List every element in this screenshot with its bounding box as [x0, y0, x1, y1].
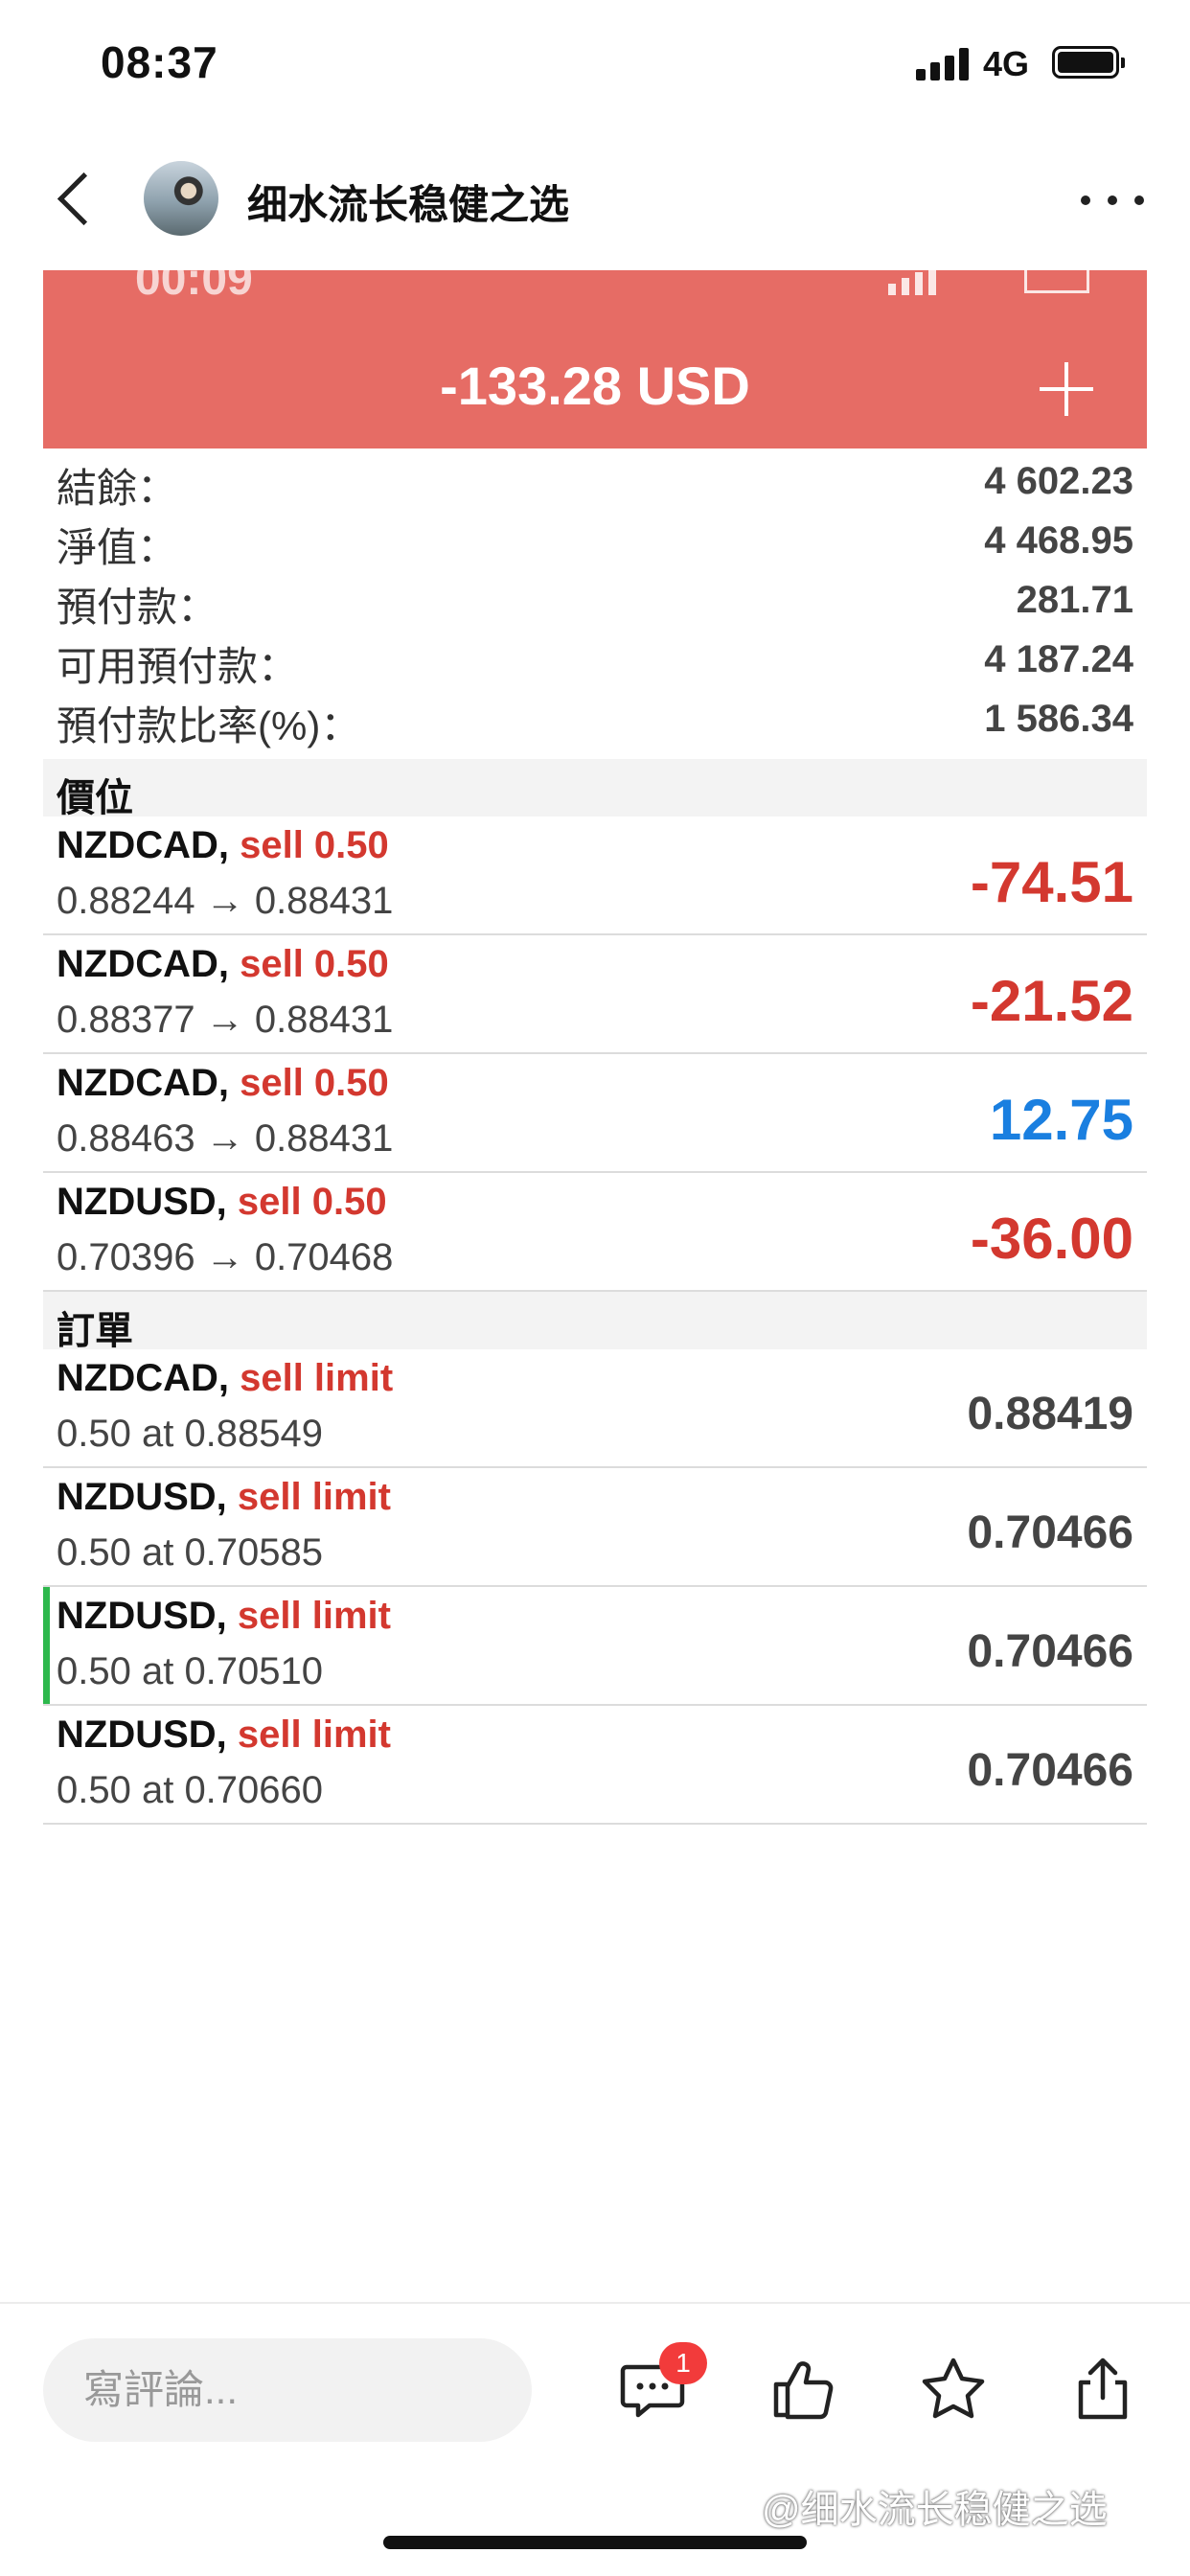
battery-icon [1052, 46, 1125, 79]
position-side: sell 0.50 [226, 1181, 387, 1223]
position-profit: -36.00 [970, 1207, 1133, 1271]
status-time: 08:37 [101, 37, 218, 87]
summary-value: 1 586.34 [984, 698, 1133, 740]
position-symbol: NZDUSD, [57, 1181, 227, 1223]
summary-label: 預付款比率(%)： [57, 703, 361, 748]
profit-header: 00:09 -133.28 USD [43, 270, 1147, 448]
order-symbol: NZDCAD, [57, 1357, 229, 1399]
more-button[interactable] [1081, 192, 1148, 211]
position-prices: 0.88244 → 0.88431 [57, 880, 394, 922]
positions-section-header: 價位 [43, 759, 1147, 819]
summary-label: 可用預付款： [57, 644, 299, 689]
order-price: 0.70466 [967, 1745, 1133, 1796]
position-profit: 12.75 [989, 1088, 1133, 1152]
inner-status-icons [888, 270, 1089, 295]
total-profit: -133.28 USD [440, 356, 750, 416]
summary-value: 281.71 [1016, 579, 1133, 621]
position-row[interactable]: NZDCAD, sell 0.50 0.88244 → 0.88431 -74.… [43, 816, 1147, 935]
order-price: 0.70466 [967, 1626, 1133, 1677]
orders-section-header: 訂單 [43, 1292, 1147, 1352]
order-side: sell limit [226, 1476, 391, 1518]
summary-label: 淨值： [57, 525, 178, 570]
summary-row: 預付款： 281.71 [43, 571, 1147, 631]
plus-icon[interactable] [1040, 362, 1093, 416]
share-icon[interactable] [1069, 2356, 1136, 2423]
position-prices: 0.88463 → 0.88431 [57, 1117, 394, 1160]
order-detail: 0.50 at 0.70510 [57, 1650, 324, 1692]
order-side: sell limit [226, 1595, 391, 1637]
summary-label: 預付款： [57, 585, 218, 630]
summary-row: 預付款比率(%)： 1 586.34 [43, 690, 1147, 749]
position-side: sell 0.50 [228, 943, 389, 985]
section-title: 價位 [57, 777, 133, 819]
position-side: sell 0.50 [228, 824, 389, 866]
back-button[interactable] [48, 165, 111, 232]
position-row[interactable]: NZDCAD, sell 0.50 0.88377 → 0.88431 -21.… [43, 935, 1147, 1054]
position-row[interactable]: NZDCAD, sell 0.50 0.88463 → 0.88431 12.7… [43, 1054, 1147, 1173]
position-side: sell 0.50 [228, 1062, 389, 1104]
order-detail: 0.50 at 0.70660 [57, 1769, 324, 1811]
summary-row: 淨值： 4 468.95 [43, 512, 1147, 571]
chevron-left-icon [57, 172, 111, 226]
order-symbol: NZDUSD, [57, 1476, 227, 1518]
order-side: sell limit [226, 1714, 391, 1756]
home-indicator[interactable] [383, 2536, 807, 2549]
network-type: 4G [983, 44, 1030, 83]
position-profit: -21.52 [970, 969, 1133, 1033]
order-row[interactable]: NZDUSD, sell limit 0.50 at 0.70660 0.704… [43, 1706, 1147, 1825]
watermark: @细水流长稳健之选 [762, 2489, 1108, 2531]
position-prices: 0.70396 → 0.70468 [57, 1236, 394, 1278]
account-summary: 結餘： 4 602.23 淨值： 4 468.95 預付款： 281.71 可用… [43, 452, 1147, 749]
order-row[interactable]: NZDUSD, sell limit 0.50 at 0.70585 0.704… [43, 1468, 1147, 1587]
star-icon[interactable] [920, 2356, 987, 2423]
selected-indicator [43, 1587, 50, 1704]
order-side: sell limit [228, 1357, 394, 1399]
order-row[interactable]: NZDCAD, sell limit 0.50 at 0.88549 0.884… [43, 1349, 1147, 1468]
summary-label: 結餘： [57, 466, 178, 511]
inner-status-time: 00:09 [135, 270, 253, 305]
bottom-divider [0, 2302, 1190, 2304]
position-symbol: NZDCAD, [57, 824, 229, 866]
position-symbol: NZDCAD, [57, 943, 229, 985]
summary-value: 4 602.23 [984, 460, 1133, 502]
position-prices: 0.88377 → 0.88431 [57, 999, 394, 1041]
summary-value: 4 187.24 [984, 638, 1133, 680]
order-symbol: NZDUSD, [57, 1714, 227, 1756]
position-row[interactable]: NZDUSD, sell 0.50 0.70396 → 0.70468 -36.… [43, 1173, 1147, 1292]
position-symbol: NZDCAD, [57, 1062, 229, 1104]
page-title: 细水流长稳健之选 [247, 182, 570, 227]
order-detail: 0.50 at 0.88549 [57, 1413, 324, 1455]
signal-icon [916, 48, 970, 80]
section-title: 訂單 [57, 1310, 133, 1352]
nav-bar: 细水流长稳健之选 [0, 144, 1190, 259]
order-symbol: NZDUSD, [57, 1595, 227, 1637]
like-icon[interactable] [770, 2356, 837, 2423]
order-price: 0.88419 [967, 1389, 1133, 1439]
comment-input[interactable] [43, 2338, 532, 2442]
order-row[interactable]: NZDUSD, sell limit 0.50 at 0.70510 0.704… [43, 1587, 1147, 1706]
status-bar: 08:37 4G [0, 0, 1190, 125]
summary-row: 可用預付款： 4 187.24 [43, 631, 1147, 690]
order-price: 0.70466 [967, 1507, 1133, 1558]
summary-row: 結餘： 4 602.23 [43, 452, 1147, 512]
comment-count-badge: 1 [659, 2342, 707, 2384]
avatar[interactable] [144, 161, 218, 236]
position-profit: -74.51 [970, 850, 1133, 914]
order-detail: 0.50 at 0.70585 [57, 1531, 324, 1574]
summary-value: 4 468.95 [984, 519, 1133, 562]
trade-screenshot: 00:09 -133.28 USD 結餘： 4 602.23 淨值： 4 468… [43, 270, 1147, 1832]
